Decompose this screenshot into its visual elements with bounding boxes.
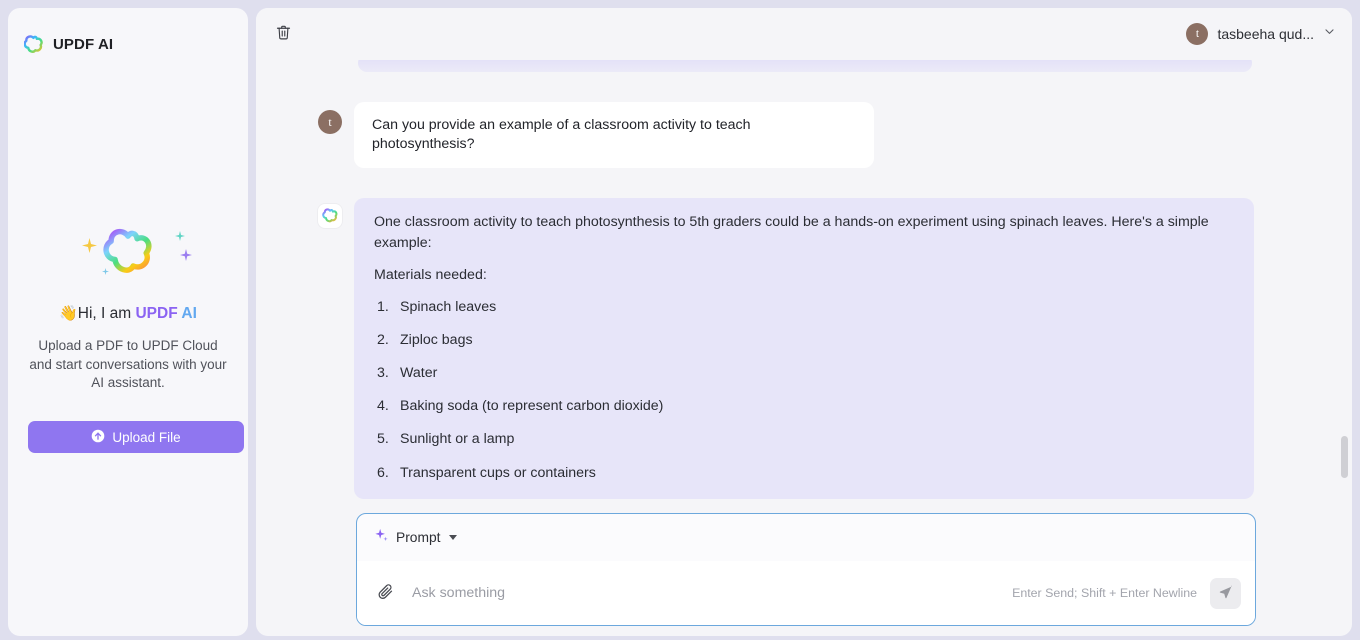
main-panel: t tasbeeha qud... t Can you provide an e… <box>256 8 1352 636</box>
assistant-message-bubble: One classroom activity to teach photosyn… <box>354 198 1254 499</box>
user-message-bubble: Can you provide an example of a classroo… <box>354 102 874 169</box>
delete-conversation-button[interactable] <box>269 20 297 48</box>
sparkle-decoration-purple-icon <box>180 248 192 266</box>
greeting-brand: UPDF <box>135 305 178 322</box>
list-item: Ziploc bags <box>377 330 473 350</box>
composer-hint-label: Enter Send; Shift + Enter Newline <box>1012 586 1197 600</box>
sparkle-dot-decoration-icon <box>102 262 109 280</box>
user-account-menu[interactable]: t tasbeeha qud... <box>1186 23 1336 45</box>
trash-icon <box>275 24 292 44</box>
avatar: t <box>1186 23 1209 45</box>
message-composer: Prompt Enter Send; Shift + Enter Newline <box>356 513 1256 626</box>
prompt-selector-button[interactable]: Prompt <box>374 528 458 548</box>
send-message-button[interactable] <box>1210 577 1241 609</box>
list-item: Water <box>377 363 438 383</box>
composer-toolbar: Prompt <box>357 514 1255 561</box>
chat-message-assistant: One classroom activity to teach photosyn… <box>256 198 1352 499</box>
chat-scrollbar[interactable] <box>1341 68 1348 628</box>
greeting-brand-suffix: AI <box>177 305 197 322</box>
upload-file-label: Upload File <box>112 429 181 445</box>
upload-file-button[interactable]: Upload File <box>28 421 244 453</box>
prompt-label: Prompt <box>396 530 441 545</box>
updf-clover-logo-icon <box>24 34 43 54</box>
updf-clover-logo-small-icon <box>318 204 342 229</box>
upload-circle-arrow-icon <box>91 429 105 446</box>
updf-clover-logo-large-icon <box>102 227 154 284</box>
sidebar-header: UPDF AI <box>8 8 248 62</box>
sparkle-decoration-teal-icon <box>175 228 185 246</box>
list-item: Spinach leaves <box>377 297 497 317</box>
greeting-prefix: Hi, I am <box>77 305 136 322</box>
chat-message-user: t Can you provide an example of a classr… <box>256 102 1352 169</box>
assistant-paragraph-1: One classroom activity to teach photosyn… <box>374 214 1209 251</box>
user-name-label: tasbeeha qud... <box>1217 26 1314 42</box>
assistant-paragraph-2: Materials needed: <box>374 266 487 283</box>
top-bar: t tasbeeha qud... <box>256 8 1352 60</box>
composer-input-row: Enter Send; Shift + Enter Newline <box>357 561 1255 625</box>
caret-down-icon <box>449 535 458 540</box>
brand-name: UPDF AI <box>53 35 114 53</box>
attach-file-button[interactable] <box>374 581 398 605</box>
chat-scrollbar-thumb[interactable] <box>1341 436 1348 478</box>
hero-description: Upload a PDF to UPDF Cloud and start con… <box>29 338 227 391</box>
materials-list: Spinach leaves Ziploc bags Water Baking … <box>374 297 1234 483</box>
ask-something-input[interactable] <box>412 585 1013 601</box>
hero-logo-wrapper <box>20 220 236 290</box>
list-item: Transparent cups or containers <box>377 463 596 483</box>
updf-ai-app-window: UPDF AI 👋Hi, I am UPDF AI Upload a PDF t… <box>0 0 1360 640</box>
chevron-down-icon <box>1323 25 1336 43</box>
paperclip-icon <box>377 583 395 604</box>
chat-message-list: t Can you provide an example of a classr… <box>256 60 1352 502</box>
sparkle-icon <box>374 528 389 548</box>
send-paper-plane-icon <box>1218 584 1234 603</box>
wave-emoji-icon: 👋 <box>59 305 78 322</box>
sidebar-hero: 👋Hi, I am UPDF AI Upload a PDF to UPDF C… <box>8 220 248 393</box>
previous-message-partial <box>358 60 1252 72</box>
hero-greeting: 👋Hi, I am UPDF AI <box>20 304 236 323</box>
list-item: Sunlight or a lamp <box>377 429 515 449</box>
sidebar: UPDF AI 👋Hi, I am UPDF AI Upload a PDF t… <box>8 8 248 636</box>
avatar: t <box>318 110 342 134</box>
list-item: Baking soda (to represent carbon dioxide… <box>377 396 664 416</box>
sparkle-decoration-icon <box>82 238 97 258</box>
